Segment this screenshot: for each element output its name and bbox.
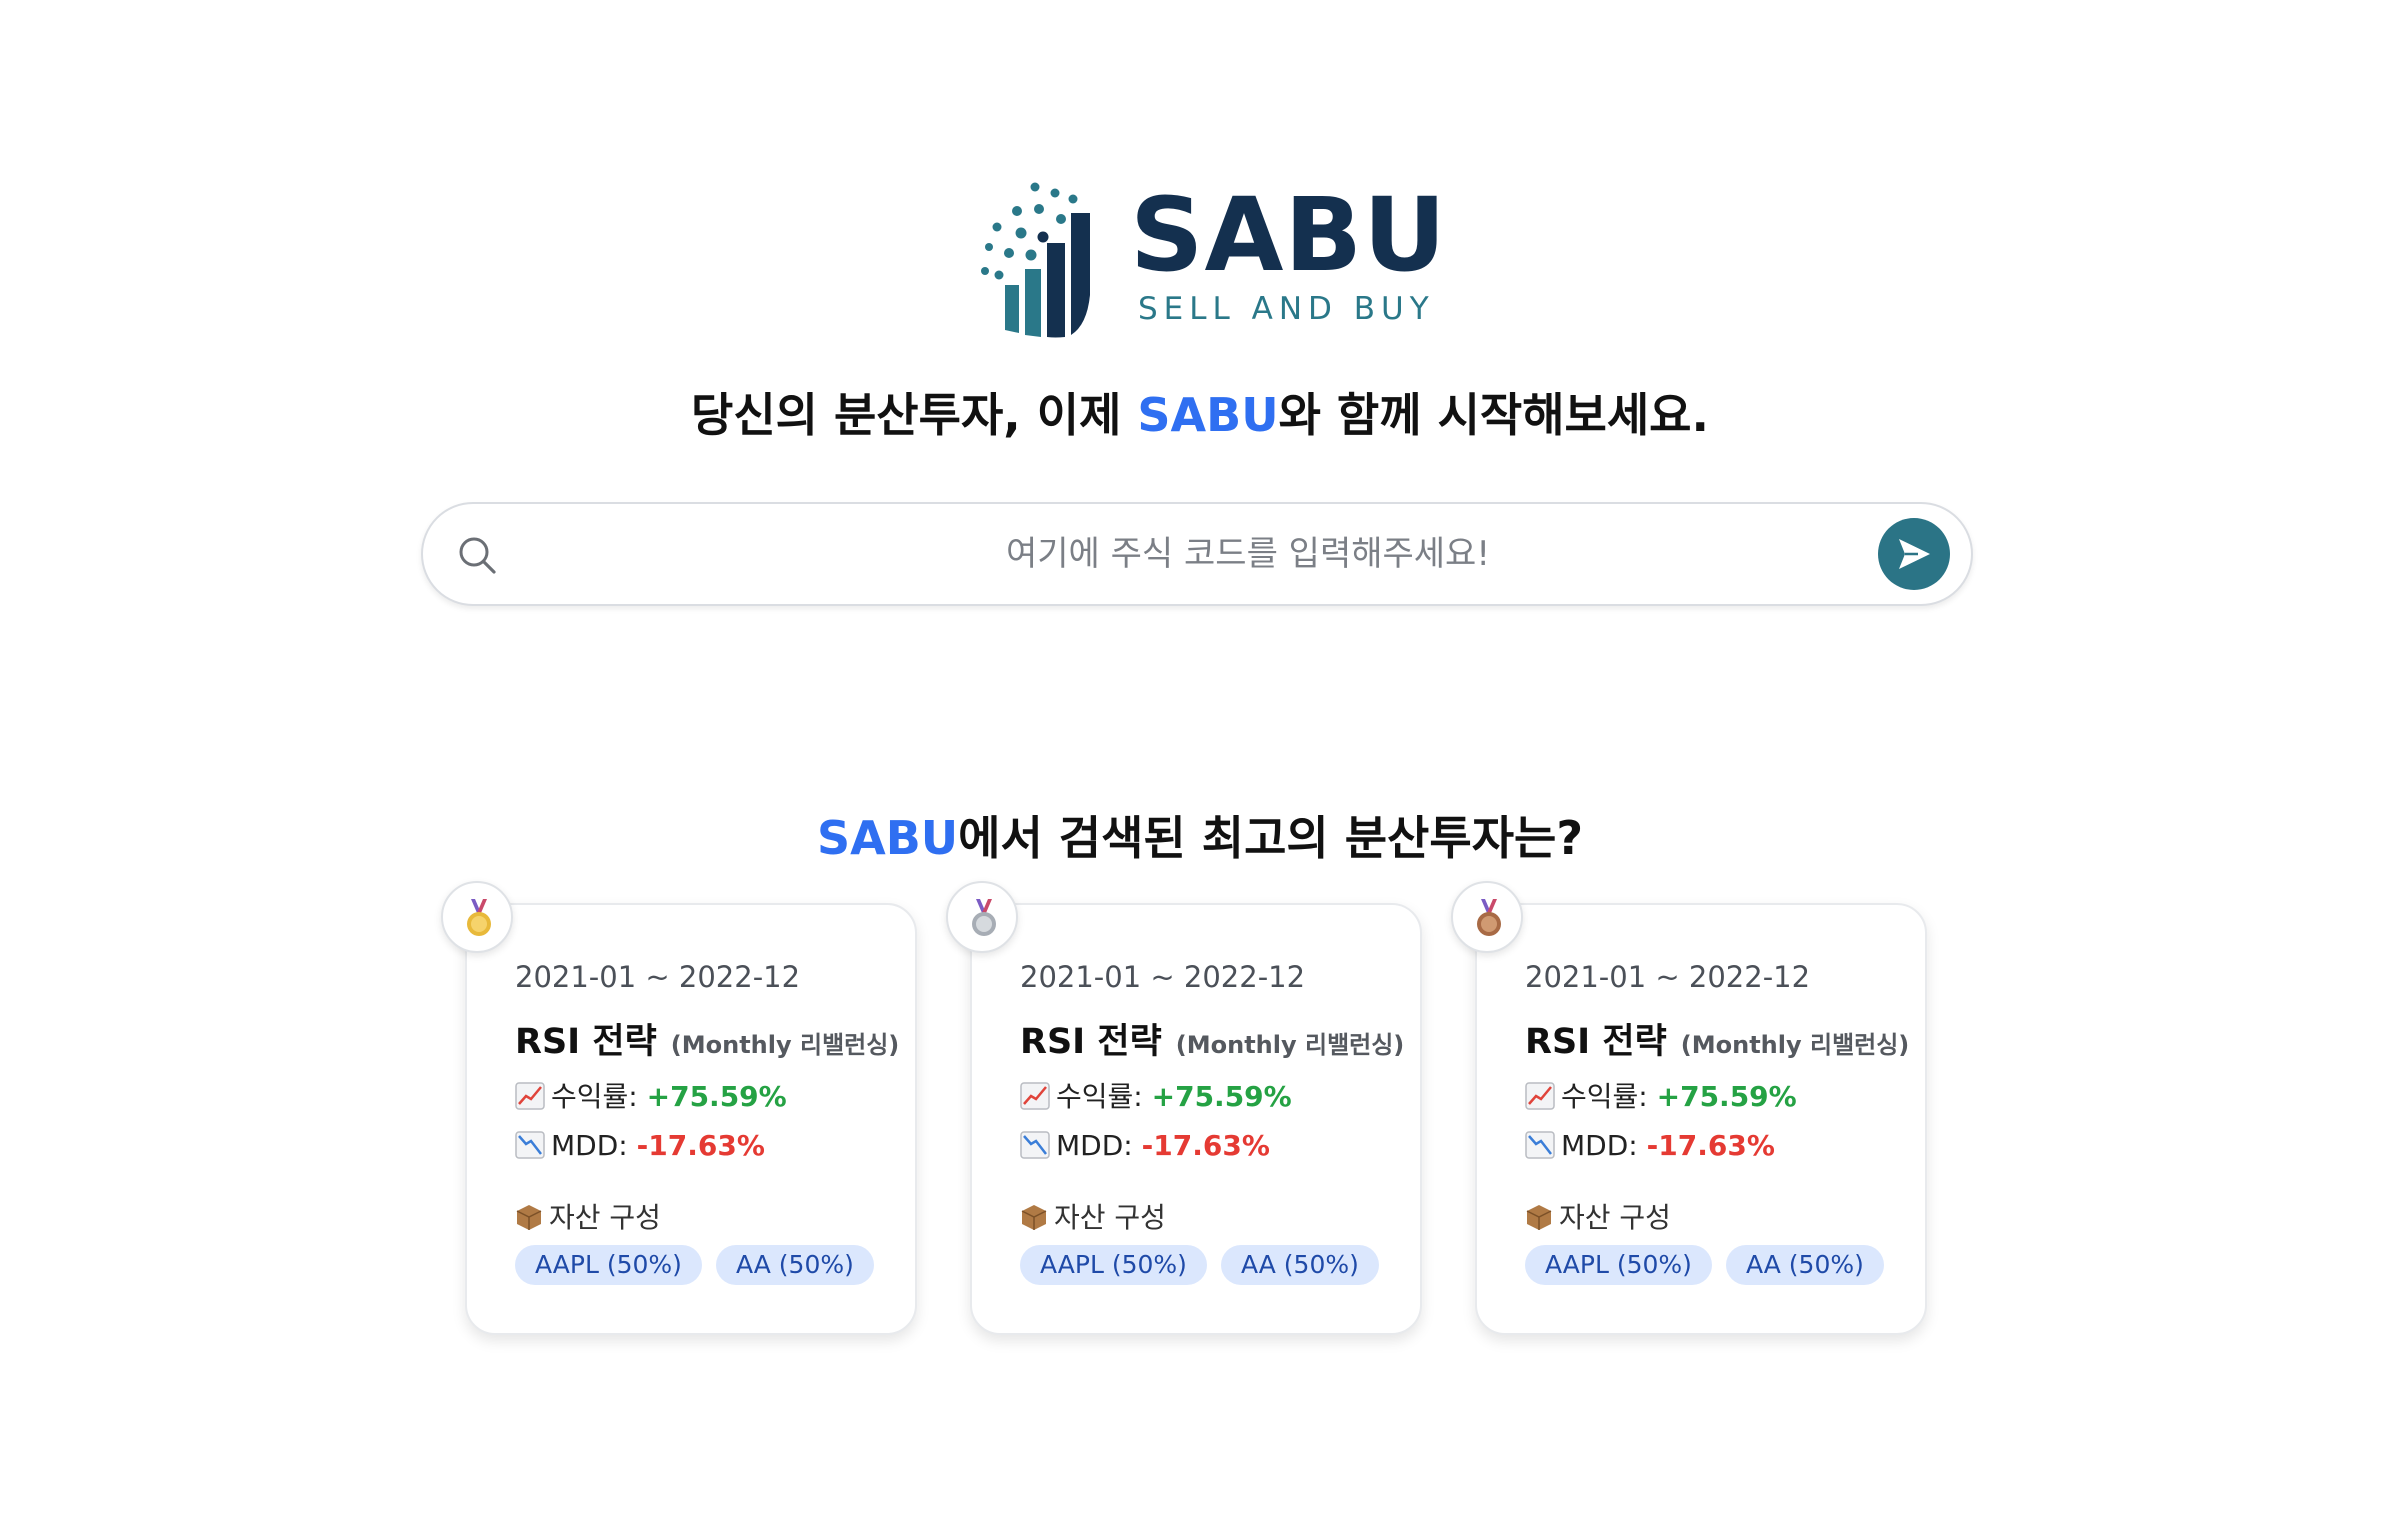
return-label: 수익률: xyxy=(551,1080,638,1113)
chart-down-icon xyxy=(1020,1131,1050,1159)
asset-tag[interactable]: AAPL (50%) xyxy=(1525,1245,1712,1285)
mdd-value: -17.63% xyxy=(636,1129,765,1162)
card-period: 2021-01 ~ 2022-12 xyxy=(1525,960,1811,994)
rebalance-label: (Monthly 리밸런싱) xyxy=(1680,1031,1910,1059)
asset-tag[interactable]: AA (50%) xyxy=(1725,1245,1884,1285)
chart-up-icon xyxy=(1525,1082,1555,1110)
assets-heading: 자산 구성 xyxy=(1020,1200,1166,1236)
send-icon xyxy=(1899,539,1930,569)
strategy-name: RSI 전략 xyxy=(515,1022,657,1062)
package-icon xyxy=(1021,1205,1047,1230)
medal-badge xyxy=(946,881,1018,953)
return-value: +75.59% xyxy=(1151,1080,1292,1113)
chart-down-icon xyxy=(1525,1131,1555,1159)
strategy-name: RSI 전략 xyxy=(1525,1022,1667,1062)
headline-brand: SABU xyxy=(1137,388,1279,442)
return-label: 수익률: xyxy=(1561,1080,1648,1113)
headline-text-before: 당신의 분산투자, 이제 xyxy=(691,388,1138,442)
logo-subtitle: SELL AND BUY xyxy=(1138,291,1435,327)
card-period: 2021-01 ~ 2022-12 xyxy=(1020,960,1306,994)
return-value: +75.59% xyxy=(1656,1080,1797,1113)
medal-badge xyxy=(441,881,513,953)
asset-tags: AAPL (50%) AA (50%) xyxy=(1525,1245,1898,1285)
mdd-metric: MDD: -17.63% xyxy=(1020,1128,1270,1164)
rebalance-label: (Monthly 리밸런싱) xyxy=(670,1031,900,1059)
mdd-label: MDD: xyxy=(1056,1129,1133,1162)
asset-tag[interactable]: AA (50%) xyxy=(715,1245,874,1285)
card-period: 2021-01 ~ 2022-12 xyxy=(515,960,801,994)
assets-label: 자산 구성 xyxy=(1054,1201,1166,1234)
mdd-label: MDD: xyxy=(551,1129,628,1162)
asset-tags: AAPL (50%) AA (50%) xyxy=(1020,1245,1393,1285)
strategy-name: RSI 전략 xyxy=(1020,1022,1162,1062)
assets-label: 자산 구성 xyxy=(549,1201,661,1234)
return-value: +75.59% xyxy=(646,1080,787,1113)
strategy-card[interactable]: 2021-01 ~ 2022-12 RSI 전략 (Monthly 리밸런싱) 수… xyxy=(1451,881,1927,1335)
asset-tags: AAPL (50%) AA (50%) xyxy=(515,1245,888,1285)
section-title-brand: SABU xyxy=(816,811,959,865)
mdd-metric: MDD: -17.63% xyxy=(1525,1128,1775,1164)
card-strategy: RSI 전략 (Monthly 리밸런싱) xyxy=(1525,1013,1909,1064)
package-icon xyxy=(1526,1205,1552,1230)
card-strategy: RSI 전략 (Monthly 리밸런싱) xyxy=(1020,1013,1404,1064)
asset-tag[interactable]: AA (50%) xyxy=(1220,1245,1379,1285)
gold-medal-icon xyxy=(467,899,491,936)
search-input[interactable] xyxy=(533,524,1833,584)
strategy-card[interactable]: 2021-01 ~ 2022-12 RSI 전략 (Monthly 리밸런싱) 수… xyxy=(946,881,1422,1335)
headline-text-after: 와 함께 시작해보세요. xyxy=(1278,388,1709,442)
strategy-card[interactable]: 2021-01 ~ 2022-12 RSI 전략 (Monthly 리밸런싱) 수… xyxy=(441,881,917,1335)
mdd-label: MDD: xyxy=(1561,1129,1638,1162)
rebalance-label: (Monthly 리밸런싱) xyxy=(1175,1031,1405,1059)
page-headline: 당신의 분산투자, 이제 SABU와 함께 시작해보세요. xyxy=(0,385,2400,445)
assets-label: 자산 구성 xyxy=(1559,1201,1671,1234)
search-bar[interactable] xyxy=(421,502,1973,606)
search-icon xyxy=(459,537,496,574)
chart-up-icon xyxy=(1020,1082,1050,1110)
assets-heading: 자산 구성 xyxy=(1525,1200,1671,1236)
return-metric: 수익률: +75.59% xyxy=(1020,1079,1292,1115)
silver-medal-icon xyxy=(972,899,996,936)
section-title-text: 에서 검색된 최고의 분산투자는? xyxy=(958,811,1584,865)
mdd-metric: MDD: -17.63% xyxy=(515,1128,765,1164)
medal-badge xyxy=(1451,881,1523,953)
chart-up-icon xyxy=(515,1082,545,1110)
package-icon xyxy=(516,1205,542,1230)
mdd-value: -17.63% xyxy=(1646,1129,1775,1162)
return-metric: 수익률: +75.59% xyxy=(1525,1079,1797,1115)
assets-heading: 자산 구성 xyxy=(515,1200,661,1236)
bronze-medal-icon xyxy=(1477,899,1501,936)
section-title: SABU에서 검색된 최고의 분산투자는? xyxy=(0,808,2400,868)
asset-tag[interactable]: AAPL (50%) xyxy=(515,1245,702,1285)
logo-chart-icon xyxy=(981,182,1090,338)
mdd-value: -17.63% xyxy=(1141,1129,1270,1162)
logo-title: SABU xyxy=(1130,176,1447,295)
sabu-logo[interactable]: SABU SELL AND BUY xyxy=(975,175,1446,345)
send-button[interactable] xyxy=(1878,518,1950,590)
return-label: 수익률: xyxy=(1056,1080,1143,1113)
chart-down-icon xyxy=(515,1131,545,1159)
return-metric: 수익률: +75.59% xyxy=(515,1079,787,1115)
card-strategy: RSI 전략 (Monthly 리밸런싱) xyxy=(515,1013,899,1064)
asset-tag[interactable]: AAPL (50%) xyxy=(1020,1245,1207,1285)
